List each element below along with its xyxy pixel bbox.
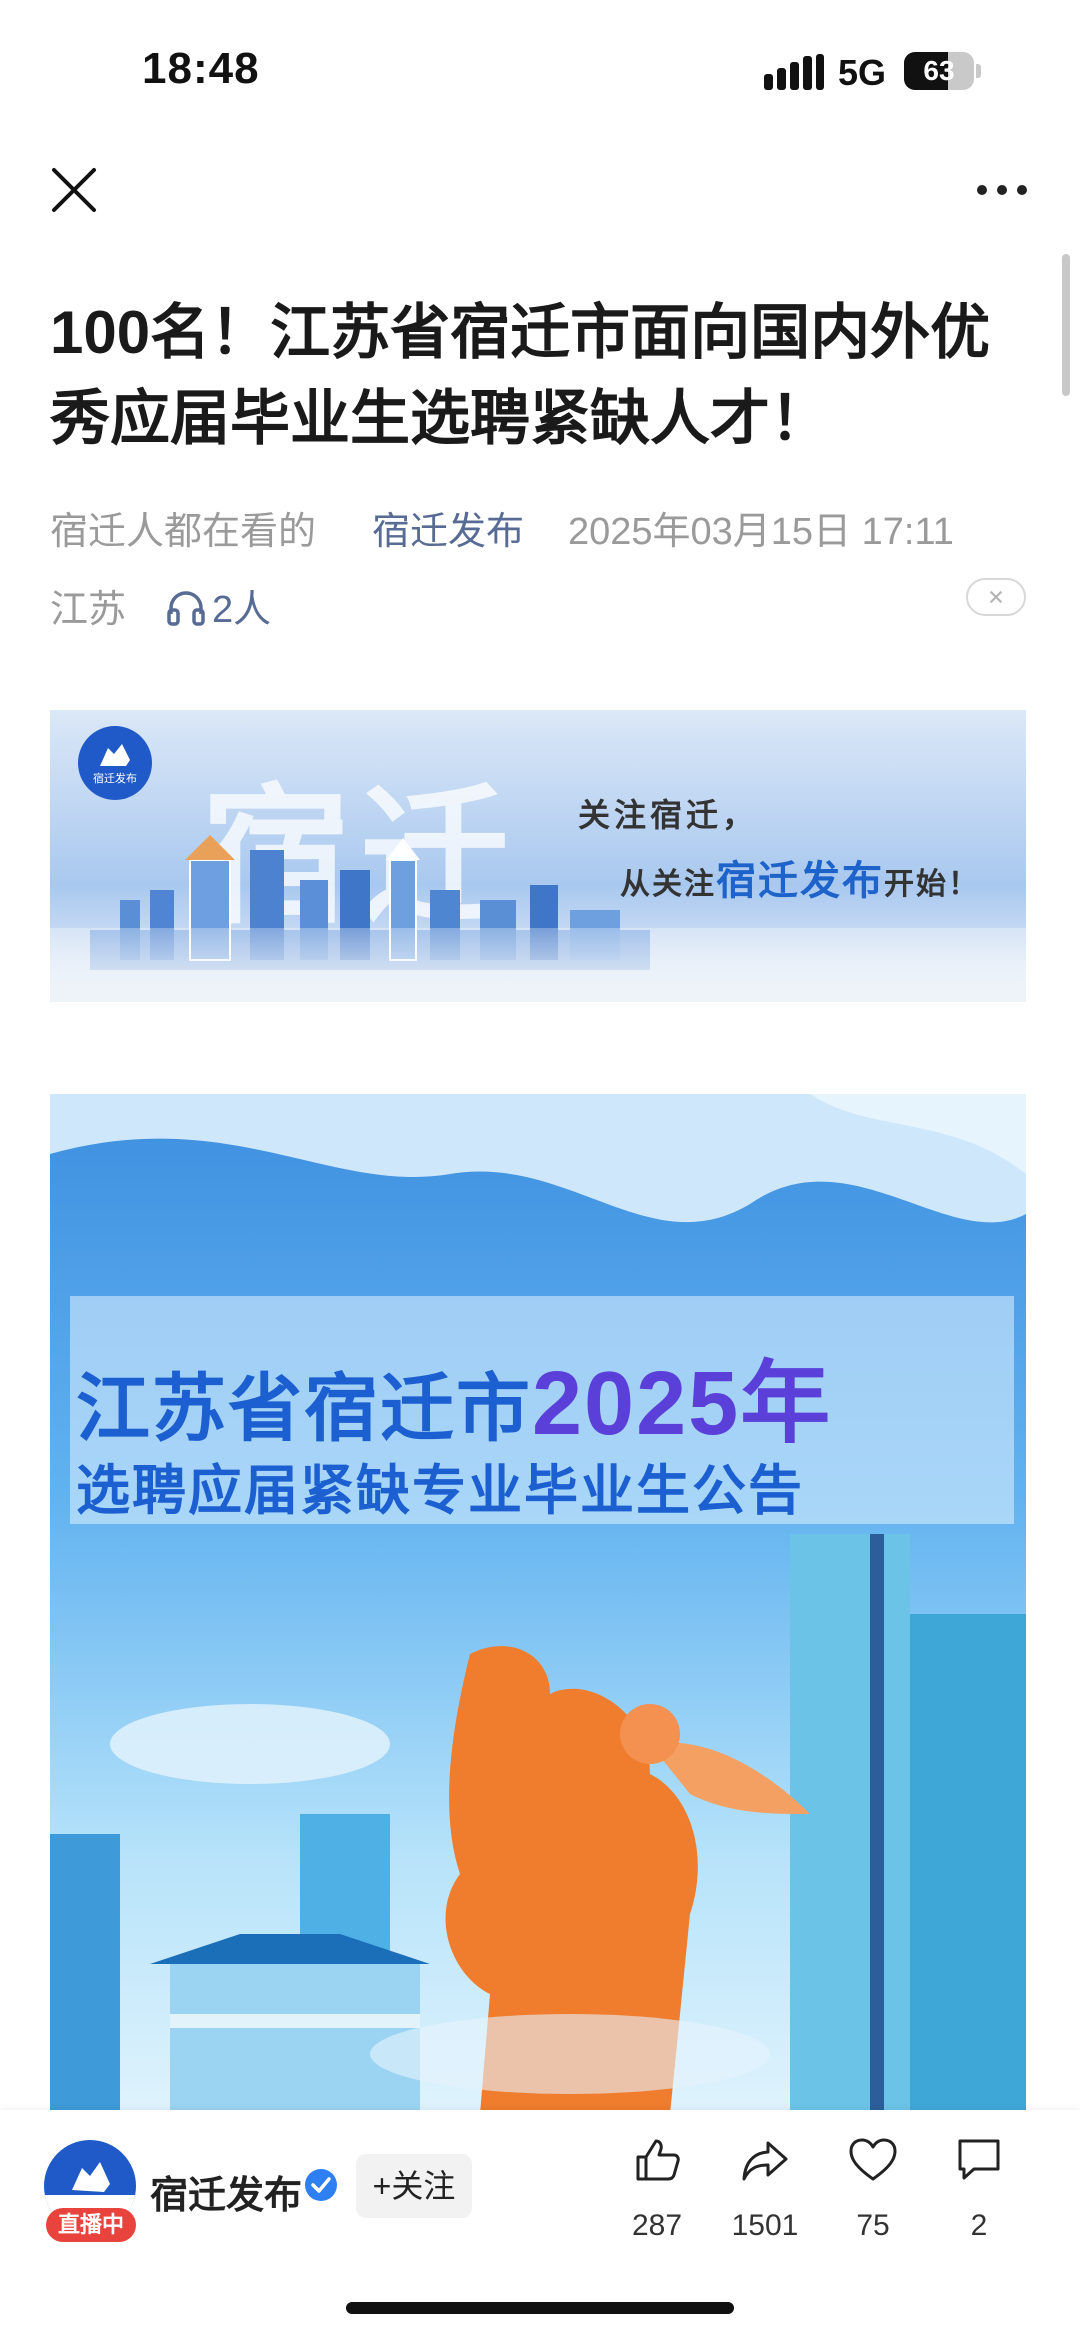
follow-button[interactable]: +关注 [356, 2154, 472, 2218]
banner-slogan-line1: 关注宿迁， [578, 797, 759, 833]
article-title: 100名！江苏省宿迁市面向国内外优秀应届毕业生选聘紧缺人才！ [50, 299, 991, 452]
poster-title-line2: 选聘应届紧缺专业毕业生公告 [76, 1461, 804, 1521]
like-button[interactable]: 287 [612, 2135, 702, 2243]
banner-slogan-line2: 从关注宿迁发布开始！ [620, 858, 980, 903]
live-badge[interactable]: 直播中 [46, 2208, 136, 2242]
network-label: 5G [838, 52, 887, 93]
region-label: 江苏 [50, 589, 127, 631]
poster-title-line1: 江苏省宿迁市2025年 [76, 1354, 833, 1454]
status-time: 18:48 [142, 44, 260, 93]
comment-button[interactable]: 2 [934, 2135, 1024, 2243]
thumbs-up-icon [636, 2139, 680, 2181]
battery-indicator: 63 [904, 52, 982, 90]
verified-icon [305, 2169, 337, 2201]
account-link[interactable]: 宿迁发布 [372, 500, 524, 555]
publish-date: 2025年03月15日 17:11 [568, 511, 954, 553]
header-banner[interactable]: 宿迁 宿迁发布 关注宿迁， 从关注宿迁发布开始！ [50, 710, 1026, 1002]
comment-bubble-icon [958, 2139, 1000, 2180]
heart-icon [849, 2138, 897, 2181]
dismiss-icon[interactable] [966, 578, 1026, 616]
share-arrow-icon [742, 2141, 788, 2181]
comment-count: 2 [970, 2209, 988, 2242]
listen-button[interactable]: 2人 [166, 578, 271, 633]
signal-icon [764, 54, 824, 90]
account-name[interactable]: 宿迁发布 [150, 2164, 302, 2219]
favorite-count: 75 [856, 2209, 890, 2242]
headphone-icon [167, 591, 205, 626]
share-button[interactable]: 1501 [720, 2135, 810, 2243]
more-dots-icon[interactable] [972, 170, 1032, 210]
banner-logo: 宿迁发布 [78, 726, 152, 800]
article-poster-image[interactable]: 江苏省宿迁市2025年 选聘应届紧缺专业毕业生公告 [50, 1094, 1026, 2114]
battery-percent: 63 [923, 55, 955, 86]
favorite-button[interactable]: 75 [828, 2135, 918, 2243]
home-indicator[interactable] [346, 2302, 734, 2314]
close-icon[interactable] [44, 160, 104, 220]
scrollbar[interactable] [1062, 254, 1070, 396]
listener-count: 2人 [212, 589, 272, 631]
like-count: 287 [631, 2209, 683, 2242]
share-count: 1501 [731, 2209, 799, 2242]
poster-illustration [50, 1094, 1026, 2114]
meta-tag: 宿迁人都在看的 [50, 511, 317, 553]
